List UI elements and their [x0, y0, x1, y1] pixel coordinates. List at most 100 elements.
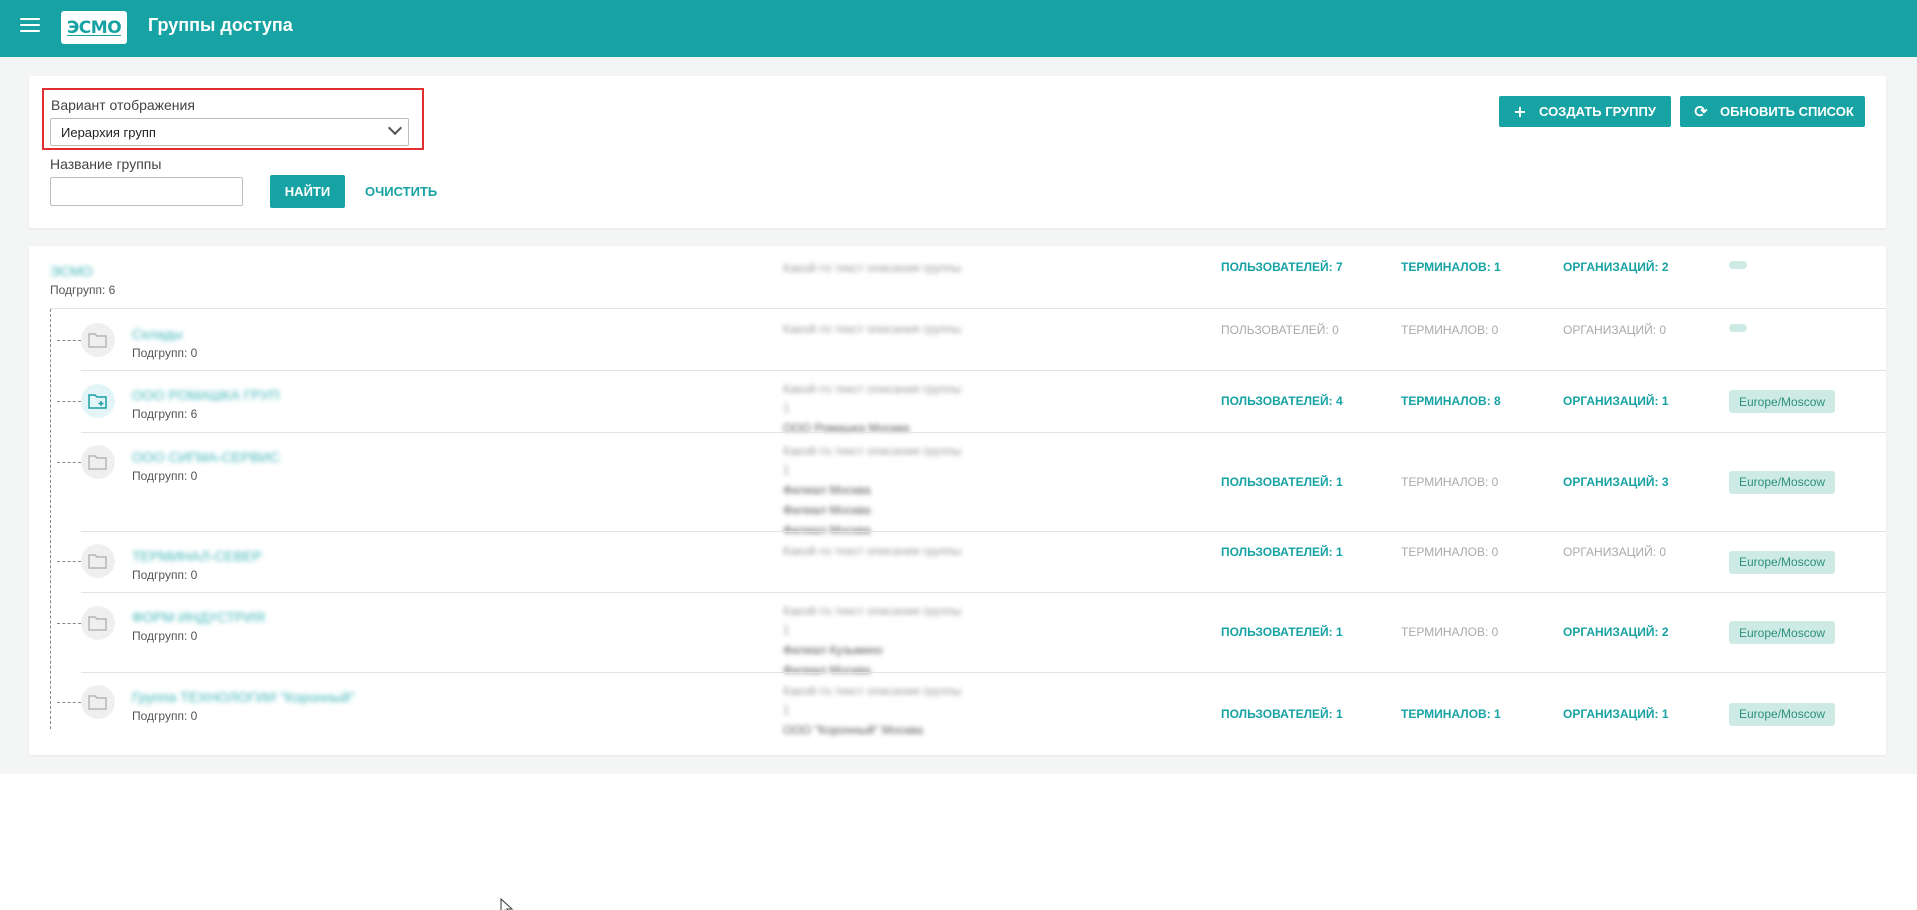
group-row[interactable]: ФОРМ ИНДУСТРИЯ Подгрупп: 0 Какой-то текс…: [29, 592, 1886, 677]
group-name-link[interactable]: ЭСМО: [50, 263, 93, 279]
orgs-count-link[interactable]: ОРГАНИЗАЦИЙ: 2: [1563, 260, 1669, 274]
group-name-link[interactable]: ФОРМ ИНДУСТРИЯ: [132, 609, 265, 625]
folder-icon[interactable]: [81, 685, 115, 719]
group-description: Какой-то текст описания группы: [783, 258, 968, 278]
group-description: Какой-то текст описания группы 1 Филиал К…: [783, 602, 968, 680]
subgroup-count: Подгрупп: 0: [132, 469, 198, 483]
tree-connector: [57, 462, 81, 463]
orgs-count-link[interactable]: ОРГАНИЗАЦИЙ: 0: [1563, 323, 1666, 337]
timezone-badge: [1729, 324, 1747, 332]
find-button[interactable]: НАЙТИ: [270, 175, 345, 208]
folder-icon[interactable]: [81, 323, 115, 357]
orgs-count-link[interactable]: ОРГАНИЗАЦИЙ: 2: [1563, 625, 1669, 639]
refresh-icon: ⟳: [1694, 102, 1708, 121]
terminals-count-link[interactable]: ТЕРМИНАЛОВ: 0: [1401, 475, 1498, 489]
description-line: Какой-то текст описания группы 1: [783, 604, 962, 637]
group-name-text: ООО РОМАШКА ГРУП: [132, 387, 280, 403]
group-list-panel: ЭСМО Подгрупп: 6 Какой-то текст описания…: [29, 246, 1886, 755]
terminals-count-link[interactable]: ТЕРМИНАЛОВ: 1: [1401, 707, 1501, 721]
users-count-link[interactable]: ПОЛЬЗОВАТЕЛЕЙ: 0: [1221, 323, 1339, 337]
group-name-input[interactable]: [50, 177, 243, 206]
group-description: Какой-то текст описания группы: [783, 319, 968, 339]
group-name-text: ЭСМО: [50, 263, 93, 279]
description-line: Филиал Кузьмино: [783, 643, 883, 657]
group-name-text: Склады: [132, 326, 183, 342]
refresh-list-button[interactable]: ⟳ ОБНОВИТЬ СПИСОК: [1680, 96, 1865, 127]
folder-icon[interactable]: [81, 544, 115, 578]
display-variant-label: Вариант отображения: [51, 97, 195, 113]
description-line: Какой-то текст описания группы: [783, 261, 962, 275]
terminals-count-link[interactable]: ТЕРМИНАЛОВ: 0: [1401, 545, 1498, 559]
tree-connector: [57, 401, 81, 402]
group-description: Какой-то текст описания группы 1 ООО "Кор…: [783, 682, 968, 740]
display-variant-box: Вариант отображения Иерархия групп: [42, 88, 424, 150]
plus-icon: +: [1513, 102, 1527, 121]
folder-add-icon[interactable]: [81, 384, 115, 418]
timezone-badge: Europe/Moscow: [1729, 702, 1836, 726]
display-variant-value: Иерархия групп: [61, 125, 156, 140]
clear-button[interactable]: ОЧИСТИТЬ: [365, 175, 465, 208]
display-variant-select[interactable]: Иерархия групп: [50, 118, 409, 146]
terminals-count-link[interactable]: ТЕРМИНАЛОВ: 0: [1401, 625, 1498, 639]
timezone-badge: Europe/Moscow: [1729, 390, 1836, 413]
orgs-count-link[interactable]: ОРГАНИЗАЦИЙ: 3: [1563, 475, 1669, 489]
group-description: Какой-то текст описания группы: [783, 541, 968, 561]
tree-connector: [57, 340, 81, 341]
group-row[interactable]: ТЕРМИНАЛ-СЕВЕР Подгрупп: 0 Какой-то текс…: [29, 531, 1886, 592]
tree-connector: [57, 702, 81, 703]
subgroup-count: Подгрупп: 0: [132, 709, 198, 723]
description-line: ООО "Коронный" Москва: [783, 723, 923, 737]
timezone-badge: Europe/Moscow: [1729, 621, 1836, 644]
users-count-link[interactable]: ПОЛЬЗОВАТЕЛЕЙ: 4: [1221, 394, 1343, 408]
group-row[interactable]: ООО РОМАШКА ГРУП Подгрупп: 6 Какой-то те…: [29, 370, 1886, 435]
group-name-link[interactable]: ООО РОМАШКА ГРУП: [132, 387, 279, 403]
group-row-root[interactable]: ЭСМО Подгрупп: 6 Какой-то текст описания…: [29, 246, 1886, 308]
timezone-badge: Europe/Moscow: [1729, 550, 1836, 574]
group-row[interactable]: Склады Подгрупп: 0 Какой-то текст описан…: [29, 309, 1886, 370]
group-description: Какой-то текст описания группы 1 Филиал М…: [783, 442, 968, 540]
group-description: Какой-то текст описания группы 1 ООО Рома…: [783, 380, 968, 438]
filter-panel: Вариант отображения Иерархия групп Назва…: [29, 76, 1886, 228]
group-name-link[interactable]: ТЕРМИНАЛ-СЕВЕР: [132, 548, 262, 564]
description-line: Какой-то текст описания группы 1: [783, 382, 962, 415]
group-name-text: Группа ТЕХНОЛОГИИ "Коронный": [132, 689, 355, 705]
group-name-link[interactable]: ООО СИГМА-СЕРВИС: [132, 449, 280, 465]
folder-icon[interactable]: [81, 445, 115, 479]
group-name-link[interactable]: Склады: [132, 326, 183, 342]
group-name-label: Название группы: [50, 156, 162, 172]
users-count-link[interactable]: ПОЛЬЗОВАТЕЛЕЙ: 1: [1221, 707, 1343, 721]
subgroup-count: Подгрупп: 6: [50, 283, 116, 297]
users-count-link[interactable]: ПОЛЬЗОВАТЕЛЕЙ: 1: [1221, 545, 1343, 559]
tree-connector: [57, 623, 81, 624]
refresh-list-label: ОБНОВИТЬ СПИСОК: [1720, 104, 1854, 119]
orgs-count-link[interactable]: ОРГАНИЗАЦИЙ: 1: [1563, 707, 1669, 721]
users-count-link[interactable]: ПОЛЬЗОВАТЕЛЕЙ: 1: [1221, 475, 1343, 489]
description-line: Филиал Москва: [783, 483, 871, 497]
app-logo[interactable]: ЭСМО: [61, 11, 127, 44]
orgs-count-link[interactable]: ОРГАНИЗАЦИЙ: 0: [1563, 545, 1666, 559]
users-count-link[interactable]: ПОЛЬЗОВАТЕЛЕЙ: 7: [1221, 260, 1343, 274]
orgs-count-link[interactable]: ОРГАНИЗАЦИЙ: 1: [1563, 394, 1669, 408]
create-group-label: СОЗДАТЬ ГРУППУ: [1539, 104, 1656, 119]
folder-icon[interactable]: [81, 606, 115, 640]
chevron-down-icon: [387, 120, 403, 136]
tree-connector: [57, 561, 81, 562]
group-name-text: ТЕРМИНАЛ-СЕВЕР: [132, 548, 262, 564]
create-group-button[interactable]: + СОЗДАТЬ ГРУППУ: [1499, 96, 1671, 127]
terminals-count-link[interactable]: ТЕРМИНАЛОВ: 1: [1401, 260, 1501, 274]
subgroup-count: Подгрупп: 0: [132, 568, 198, 582]
group-row[interactable]: ООО СИГМА-СЕРВИС Подгрупп: 0 Какой-то те…: [29, 432, 1886, 537]
group-row[interactable]: Группа ТЕХНОЛОГИИ "Коронный" Подгрупп: 0…: [29, 672, 1886, 755]
timezone-badge: Europe/Moscow: [1729, 470, 1836, 494]
terminals-count-link[interactable]: ТЕРМИНАЛОВ: 8: [1401, 394, 1501, 408]
description-line: Какой-то текст описания группы 1: [783, 444, 962, 477]
terminals-count-link[interactable]: ТЕРМИНАЛОВ: 0: [1401, 323, 1498, 337]
users-count-link[interactable]: ПОЛЬЗОВАТЕЛЕЙ: 1: [1221, 625, 1343, 639]
menu-icon[interactable]: [20, 18, 40, 34]
group-name-text: ООО СИГМА-СЕРВИС: [132, 449, 280, 465]
description-line: Какой-то текст описания группы: [783, 322, 962, 336]
subgroup-count: Подгрупп: 0: [132, 346, 198, 360]
group-name-link[interactable]: Группа ТЕХНОЛОГИИ "Коронный": [132, 689, 355, 705]
group-name-text: ФОРМ ИНДУСТРИЯ: [132, 609, 265, 625]
timezone-badge: [1729, 261, 1747, 269]
